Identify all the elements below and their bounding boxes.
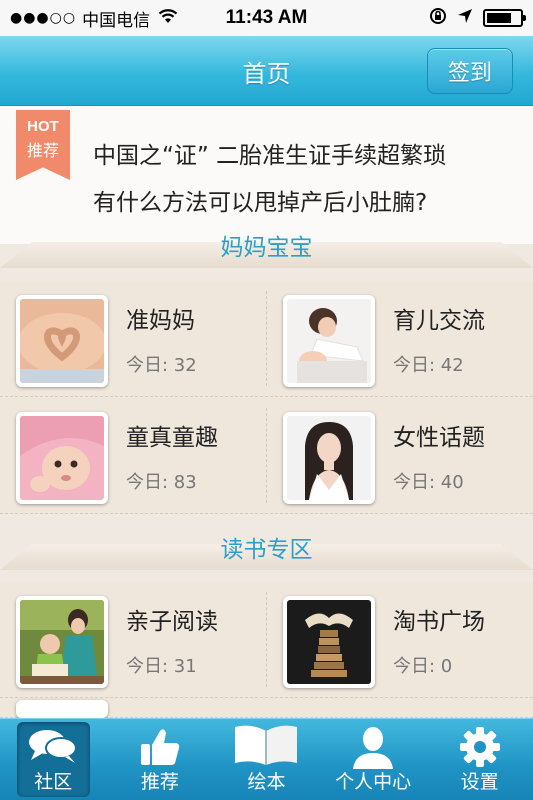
forum-name: 淘书广场: [393, 609, 485, 635]
forum-name: 童真童趣: [126, 425, 218, 451]
section-header: 读书专区: [0, 536, 533, 570]
section-title: 读书专区: [220, 537, 313, 563]
hot-recommendation: HOT 推荐 中国之“证” 二胎准生证手续超繁琐 有什么方法可以甩掉产后小肚腩?: [0, 106, 533, 244]
tab-profile[interactable]: 个人中心: [320, 719, 427, 800]
home-content[interactable]: HOT 推荐 中国之“证” 二胎准生证手续超繁琐 有什么方法可以甩掉产后小肚腩?…: [0, 106, 533, 718]
forum-row: [0, 698, 533, 718]
forum-name: 育儿交流: [393, 308, 485, 334]
forum-today-count: 今日: 0: [393, 656, 453, 677]
forum-name: 准妈妈: [126, 308, 195, 334]
tab-label: 绘本: [247, 771, 286, 793]
forum-today-count: 今日: 31: [126, 656, 197, 677]
tab-picture-books[interactable]: 绘本: [213, 719, 320, 800]
forum-today-count: 今日: 83: [126, 472, 197, 493]
tab-label: 推荐: [140, 771, 179, 793]
forum-thumbnail: [16, 295, 108, 387]
section-header: 妈妈宝宝: [0, 234, 533, 268]
section-title: 妈妈宝宝: [220, 235, 313, 261]
forum-item-yuer[interactable]: 育儿交流 今日: 42: [267, 281, 533, 397]
forum-thumbnail: [283, 596, 375, 688]
location-arrow-icon: [457, 8, 473, 29]
forum-today-count: 今日: 42: [393, 355, 464, 376]
tab-recommend[interactable]: 推荐: [107, 719, 214, 800]
tab-community[interactable]: 社区: [0, 719, 107, 800]
tab-label: 设置: [460, 771, 499, 793]
headline-link[interactable]: 中国之“证” 二胎准生证手续超繁琐: [93, 136, 446, 170]
wifi-icon: [158, 8, 178, 29]
hot-badge: HOT 推荐: [16, 110, 70, 180]
battery-icon: [483, 9, 526, 27]
forum-name: 亲子阅读: [126, 609, 218, 635]
forum-item-qinzi[interactable]: 亲子阅读 今日: 31: [0, 582, 266, 698]
rotation-lock-icon: [429, 7, 447, 30]
carrier-name: 中国电信: [82, 10, 151, 31]
headline-link[interactable]: 有什么方法可以甩掉产后小肚腩?: [93, 183, 427, 217]
forum-row: 准妈妈 今日: 32 育儿交流 今日: 42: [0, 281, 533, 397]
forum-name: 女性话题: [393, 425, 485, 451]
hot-badge-top: HOT: [27, 118, 59, 135]
forum-row: 童真童趣 今日: 83 女性话题 今日: 40: [0, 398, 533, 514]
forum-today-count: 今日: 40: [393, 472, 464, 493]
status-bar: ●●●○○ 中国电信 11:43 AM: [0, 0, 533, 36]
forum-item-nvxing[interactable]: 女性话题 今日: 40: [267, 398, 533, 514]
forum-thumbnail: [16, 412, 108, 504]
tab-bar: 社区 推荐 绘本 个人中心 设置: [0, 718, 533, 800]
tab-label: 个人中心: [335, 771, 412, 793]
forum-thumbnail: [283, 295, 375, 387]
forum-thumbnail: [283, 412, 375, 504]
forum-item-taoshu[interactable]: 淘书广场 今日: 0: [267, 582, 533, 698]
forum-item-tongzhen[interactable]: 童真童趣 今日: 83: [0, 398, 266, 514]
forum-row: 亲子阅读 今日: 31 淘书广场 今日: 0: [0, 582, 533, 698]
forum-item-zhunmama[interactable]: 准妈妈 今日: 32: [0, 281, 266, 397]
hot-badge-bottom: 推荐: [26, 141, 59, 160]
tab-label: 社区: [34, 771, 73, 793]
nav-bar: 首页 签到: [0, 36, 533, 106]
signal-strength: ●●●○○: [10, 10, 77, 26]
forum-thumbnail: [16, 596, 108, 688]
forum-thumbnail: [16, 700, 108, 718]
battery-level: [487, 13, 511, 23]
tab-settings[interactable]: 设置: [426, 719, 533, 800]
signin-button[interactable]: 签到: [427, 48, 513, 94]
forum-today-count: 今日: 32: [126, 355, 197, 376]
